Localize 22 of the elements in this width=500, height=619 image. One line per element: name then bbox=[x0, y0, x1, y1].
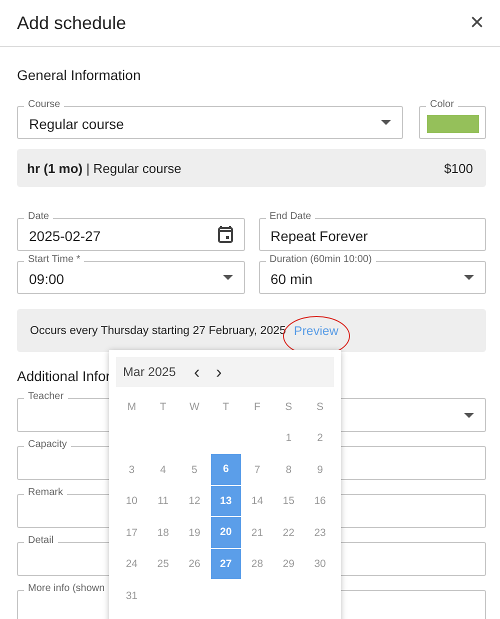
weekday-label: W bbox=[188, 400, 200, 415]
recurrence-text: Occurs every Thursday starting 27 February, 2025 bbox=[30, 324, 286, 336]
course-summary: hr (1 mo) | Regular course bbox=[27, 160, 182, 176]
field-value: Repeat Forever bbox=[270, 228, 369, 244]
weekday-label: T bbox=[158, 400, 168, 415]
field-label: More info (shown bbox=[24, 583, 109, 595]
field-value: 2025-02-27 bbox=[29, 228, 102, 244]
weekday-label: S bbox=[316, 400, 325, 415]
field-value: Regular course bbox=[29, 116, 125, 132]
course-price: $100 bbox=[444, 160, 473, 176]
weekday-label: F bbox=[253, 400, 262, 415]
field-value: 09:00 bbox=[29, 270, 66, 286]
field-label: Duration (60min 10:00) bbox=[266, 254, 376, 266]
weekday-label: M bbox=[126, 400, 138, 415]
field-label: Capacity bbox=[24, 439, 71, 451]
dialog-title: Add schedule bbox=[17, 12, 126, 34]
month-label: Mar 2025 bbox=[123, 365, 176, 379]
field-value: 60 min bbox=[270, 270, 314, 286]
weekday-label: T bbox=[222, 400, 230, 415]
weekday-label: S bbox=[284, 400, 294, 415]
section-heading: Additional Infor bbox=[17, 368, 110, 384]
section-heading: General Information bbox=[17, 67, 142, 83]
